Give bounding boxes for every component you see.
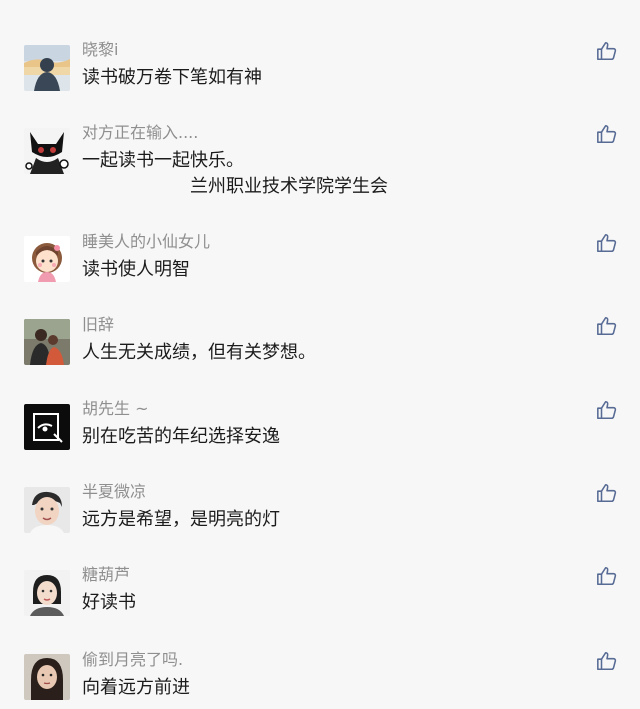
comments-page: { "comments": [ {"nickname": "晓黎i", "tex… — [0, 0, 640, 709]
user-avatar[interactable] — [24, 45, 70, 91]
user-avatar[interactable] — [24, 128, 70, 174]
like-button[interactable] — [596, 123, 618, 145]
comment-text: 别在吃苦的年纪选择安逸 — [82, 426, 280, 447]
comment-text: 读书使人明智 — [82, 259, 190, 280]
like-button[interactable] — [596, 399, 618, 421]
comment-text: 人生无关成绩，但有关梦想。 — [82, 342, 316, 363]
comment-text: 读书破万卷下笔如有神 — [82, 67, 262, 88]
user-avatar[interactable] — [24, 319, 70, 365]
comment-text: 向着远方前进 — [82, 677, 190, 698]
comment-text: 远方是希望，是明亮的灯 — [82, 509, 280, 530]
comment-nickname: 晓黎i — [82, 40, 119, 59]
thumbs-up-icon — [597, 400, 617, 420]
user-avatar[interactable] — [24, 404, 70, 450]
thumbs-up-icon — [597, 41, 617, 61]
like-button[interactable] — [596, 232, 618, 254]
comment-nickname: 睡美人的小仙女儿 — [82, 232, 211, 251]
like-button[interactable] — [596, 565, 618, 587]
user-avatar[interactable] — [24, 654, 70, 700]
comment-text: 好读书 — [82, 592, 136, 613]
comment-nickname: 偷到月亮了吗. — [82, 650, 184, 669]
comment-text-line2: 兰州职业技术学院学生会 — [190, 176, 388, 197]
comment-text: 一起读书一起快乐。 — [82, 150, 244, 171]
thumbs-up-icon — [597, 483, 617, 503]
comment-nickname: 糖葫芦 — [82, 565, 131, 584]
comment-nickname: 胡先生 ~ — [82, 399, 149, 418]
thumbs-up-icon — [597, 566, 617, 586]
user-avatar[interactable] — [24, 236, 70, 282]
comment-nickname: 半夏微凉 — [82, 482, 147, 501]
thumbs-up-icon — [597, 233, 617, 253]
user-avatar[interactable] — [24, 487, 70, 533]
thumbs-up-icon — [597, 651, 617, 671]
like-button[interactable] — [596, 40, 618, 62]
thumbs-up-icon — [597, 124, 617, 144]
like-button[interactable] — [596, 650, 618, 672]
comment-nickname: 对方正在输入.... — [82, 123, 199, 142]
like-button[interactable] — [596, 482, 618, 504]
like-button[interactable] — [596, 315, 618, 337]
user-avatar[interactable] — [24, 570, 70, 616]
thumbs-up-icon — [597, 316, 617, 336]
comment-nickname: 旧辞 — [82, 315, 115, 334]
